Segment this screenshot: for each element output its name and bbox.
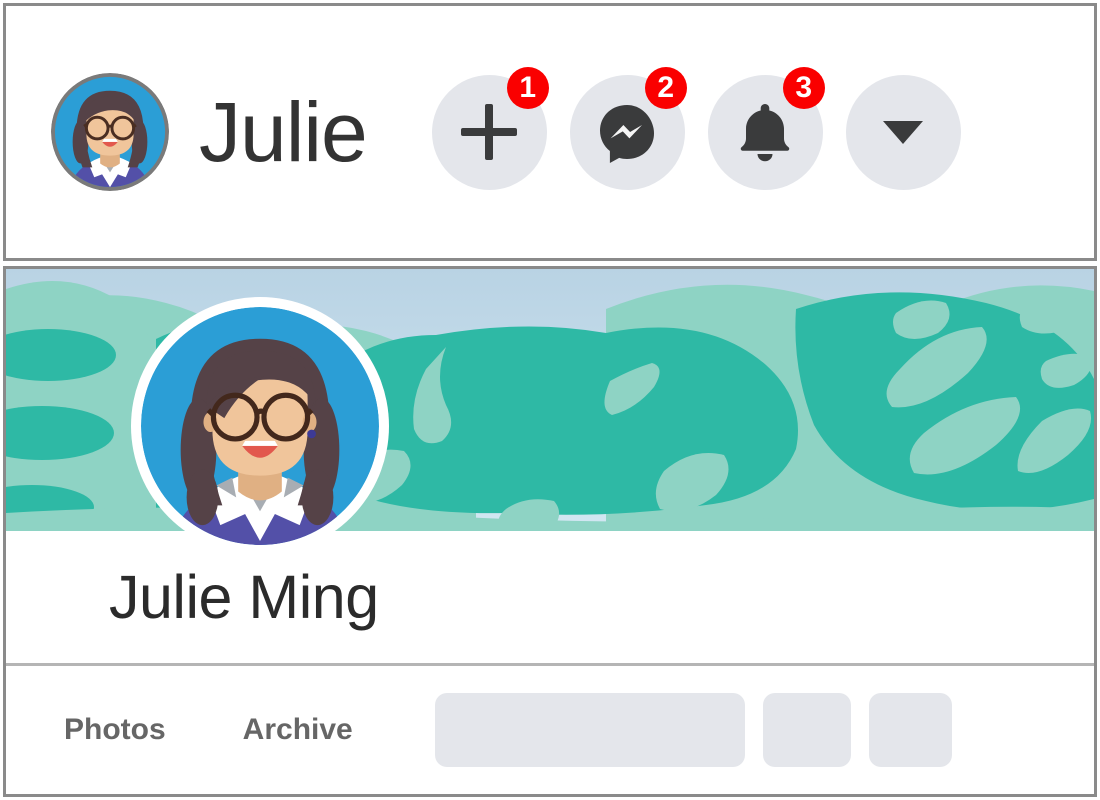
profile-name: Julie Ming	[109, 563, 379, 631]
messenger-badge: 2	[644, 66, 687, 109]
top-header-bar: Julie 1 2 3	[3, 3, 1097, 261]
notifications-button[interactable]: 3	[707, 66, 825, 190]
placeholder-square-2[interactable]	[868, 693, 952, 767]
create-button[interactable]: 1	[431, 66, 549, 190]
tab-photos[interactable]: Photos	[64, 713, 166, 747]
app-root: Julie 1 2 3 Julie Ming Photos Archive	[0, 0, 1100, 800]
bell-icon	[741, 104, 790, 162]
messenger-button[interactable]: 2	[569, 66, 687, 190]
placeholder-wide[interactable]	[434, 693, 745, 767]
placeholder-square-1[interactable]	[762, 693, 851, 767]
profile-card: Julie Ming Photos Archive	[3, 266, 1097, 797]
account-menu-button[interactable]	[845, 74, 961, 190]
tab-archive[interactable]: Archive	[243, 713, 353, 747]
header-avatar[interactable]	[51, 73, 169, 191]
page-title: Julie	[199, 85, 368, 179]
chevron-down-icon	[883, 121, 924, 144]
notifications-badge: 3	[782, 66, 825, 109]
header-actions: 1 2 3	[431, 66, 961, 190]
profile-avatar[interactable]	[131, 297, 389, 555]
user-avatar-julie-icon	[51, 73, 169, 191]
tabs-row: Photos Archive	[6, 666, 1094, 794]
plus-icon	[461, 104, 518, 160]
create-badge: 1	[506, 66, 549, 109]
user-avatar-julie-icon	[141, 307, 379, 545]
messenger-icon	[600, 105, 655, 163]
profile-name-row: Julie Ming	[6, 531, 1094, 664]
profile-avatar-image	[141, 307, 379, 545]
